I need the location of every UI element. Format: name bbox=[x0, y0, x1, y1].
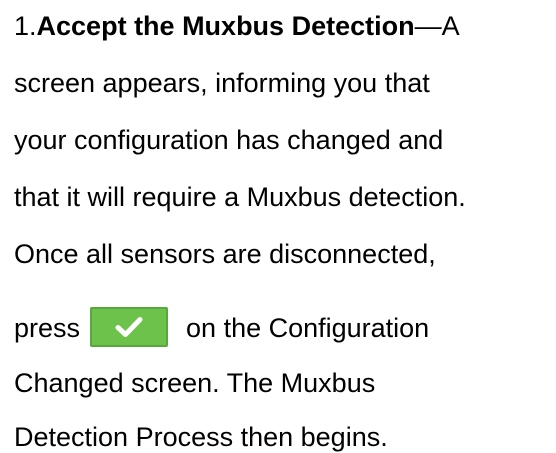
checkmark-icon bbox=[115, 317, 143, 337]
step-text-line-8: Detection Process then begins. bbox=[14, 422, 388, 452]
step-text-line-3: your configuration has changed and bbox=[14, 125, 444, 155]
step-text-line-5: Once all sensors are disconnected, bbox=[14, 239, 436, 269]
step-text-line-4: that it will require a Muxbus detection. bbox=[14, 182, 466, 212]
step-heading-line: 1.Accept the Muxbus Detection—A bbox=[14, 10, 460, 42]
step-press-line: press on the Configuration bbox=[14, 307, 430, 350]
step-number: 1. bbox=[14, 11, 37, 41]
press-suffix: on the Configuration bbox=[186, 313, 430, 344]
step-title: Accept the Muxbus Detection bbox=[36, 11, 415, 41]
step-text-line-1: —A bbox=[414, 11, 460, 41]
step-text-line-2: screen appears, informing you that bbox=[14, 68, 430, 98]
press-prefix: press bbox=[14, 313, 81, 344]
confirm-button bbox=[90, 307, 169, 347]
step-text-line-7: Changed screen. The Muxbus bbox=[14, 368, 376, 398]
